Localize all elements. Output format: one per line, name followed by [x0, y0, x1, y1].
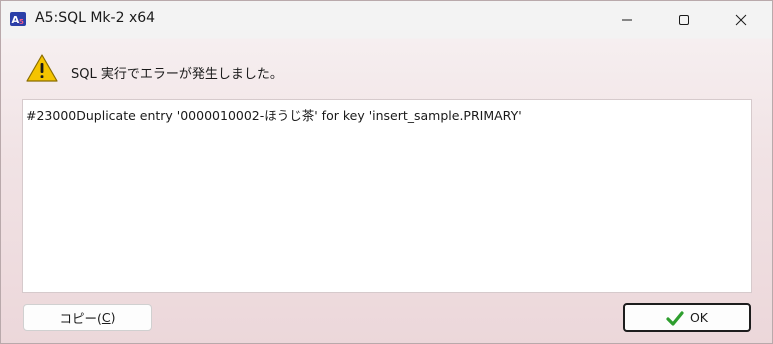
ok-button-label: OK	[689, 310, 709, 325]
maximize-icon	[679, 14, 689, 25]
window-title: A5:SQL Mk-2 x64	[35, 10, 156, 26]
error-detail-textbox[interactable]: #23000Duplicate entry '0000010002-ほうじ茶' …	[22, 99, 752, 293]
title-bar[interactable]: A 5 A5:SQL Mk-2 x64	[1, 1, 772, 38]
error-dialog-window: A 5 A5:SQL Mk-2 x64 SQL 実行でエラーが発生しました。 #	[0, 0, 773, 344]
copy-button-label-prefix: コピー(	[59, 311, 102, 326]
copy-button-label-suffix: )	[110, 310, 116, 325]
app-icon: A 5	[10, 12, 26, 26]
close-icon	[735, 14, 747, 25]
minimize-icon	[622, 19, 632, 20]
error-detail-text: #23000Duplicate entry '0000010002-ほうじ茶' …	[26, 108, 522, 123]
copy-button-accelerator: C	[101, 310, 111, 325]
copy-button[interactable]: コピー(C)	[23, 304, 152, 331]
warning-icon	[26, 54, 58, 82]
close-button[interactable]	[718, 1, 764, 38]
minimize-button[interactable]	[604, 1, 650, 38]
svg-text:5: 5	[19, 18, 24, 26]
maximize-button[interactable]	[661, 1, 707, 38]
error-message: SQL 実行でエラーが発生しました。	[71, 67, 283, 82]
check-icon	[666, 310, 684, 326]
ok-button[interactable]: OK	[623, 303, 751, 332]
